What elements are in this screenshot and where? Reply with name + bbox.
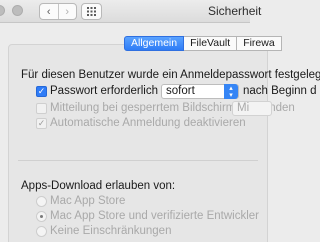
window-toolbar: ‹ › Sicherheit — [0, 0, 261, 23]
window-control-icon[interactable] — [0, 5, 5, 16]
show-all-button[interactable] — [81, 3, 102, 20]
radio-anywhere[interactable] — [36, 226, 47, 237]
set-message-button[interactable]: Mi — [232, 101, 272, 116]
auto-login-checkbox[interactable]: ✓ — [36, 118, 47, 129]
section-divider — [18, 160, 258, 161]
apps-download-heading: Apps-Download erlauben von: — [21, 180, 176, 192]
require-password-delay-dropdown[interactable]: sofort ▴ ▾ — [161, 84, 239, 99]
window-title: Sicherheit — [208, 4, 262, 18]
tab-filevault[interactable]: FileVault — [184, 36, 238, 51]
grid-icon — [87, 7, 96, 16]
show-message-checkbox[interactable] — [36, 103, 47, 114]
login-password-heading: Für diesen Benutzer wurde ein Anmeldepas… — [21, 69, 320, 81]
auto-login-label: Automatische Anmeldung deaktivieren — [50, 117, 246, 129]
navigation-buttons: ‹ › — [39, 3, 77, 20]
tab-allgemein[interactable]: Allgemein — [124, 36, 185, 51]
window-control-icon[interactable] — [12, 5, 23, 16]
require-password-suffix: nach Beginn d — [243, 85, 317, 97]
dropdown-value: sofort — [166, 85, 195, 97]
radio-mac-app-store-label: Mac App Store — [50, 195, 126, 207]
dropdown-arrows-icon: ▴ ▾ — [224, 84, 238, 99]
tab-firewall[interactable]: Firewa — [237, 36, 282, 51]
forward-button[interactable]: › — [57, 4, 77, 19]
back-button[interactable]: ‹ — [40, 4, 58, 19]
radio-anywhere-label: Keine Einschränkungen — [50, 225, 172, 237]
radio-app-store-and-identified-label: Mac App Store und verifizierte Entwickle… — [50, 210, 260, 222]
set-message-button-label: Mi — [237, 102, 250, 114]
require-password-checkbox[interactable]: ✓ — [36, 86, 47, 97]
radio-mac-app-store[interactable] — [36, 196, 47, 207]
require-password-label: Passwort erforderlich — [50, 85, 159, 97]
radio-app-store-and-identified[interactable] — [36, 211, 47, 222]
tab-bar: Allgemein FileVault Firewa — [124, 36, 282, 51]
